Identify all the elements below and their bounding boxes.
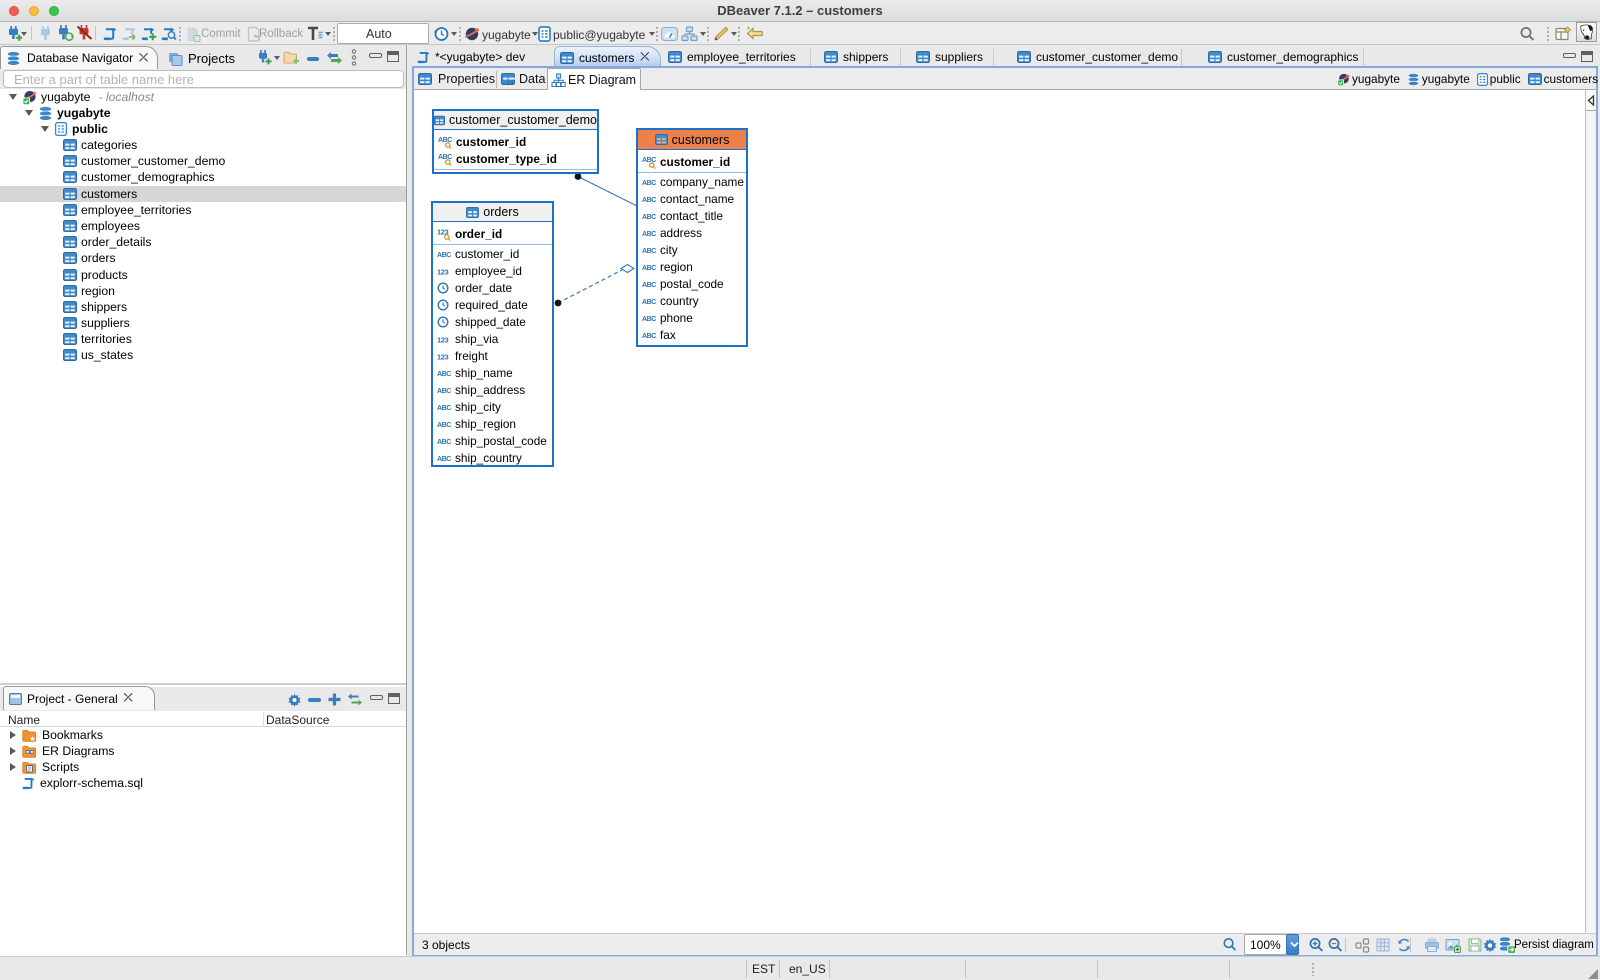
- svg-text:ABC: ABC: [642, 197, 656, 204]
- svg-text:ABC: ABC: [437, 252, 451, 259]
- svg-text:ABC: ABC: [437, 439, 451, 446]
- svg-text:ABC: ABC: [437, 456, 451, 463]
- svg-text:ABC: ABC: [437, 371, 451, 378]
- svg-text:ABC: ABC: [642, 157, 656, 164]
- svg-text:ABC: ABC: [642, 214, 656, 221]
- svg-text:ABC: ABC: [642, 180, 656, 187]
- svg-text:ABC: ABC: [438, 154, 452, 161]
- svg-text:ABC: ABC: [642, 265, 656, 272]
- svg-text:123: 123: [437, 267, 449, 276]
- svg-text:123: 123: [437, 335, 449, 344]
- svg-text:ABC: ABC: [642, 299, 656, 306]
- svg-text:123: 123: [437, 352, 449, 361]
- svg-text:ABC: ABC: [642, 333, 656, 340]
- svg-text:ABC: ABC: [437, 405, 451, 412]
- svg-text:ABC: ABC: [642, 231, 656, 238]
- svg-text:ABC: ABC: [437, 388, 451, 395]
- svg-text:ABC: ABC: [642, 316, 656, 323]
- svg-text:ABC: ABC: [438, 137, 452, 144]
- svg-text:ABC: ABC: [437, 422, 451, 429]
- svg-text:ABC: ABC: [642, 282, 656, 289]
- svg-text:ABC: ABC: [642, 248, 656, 255]
